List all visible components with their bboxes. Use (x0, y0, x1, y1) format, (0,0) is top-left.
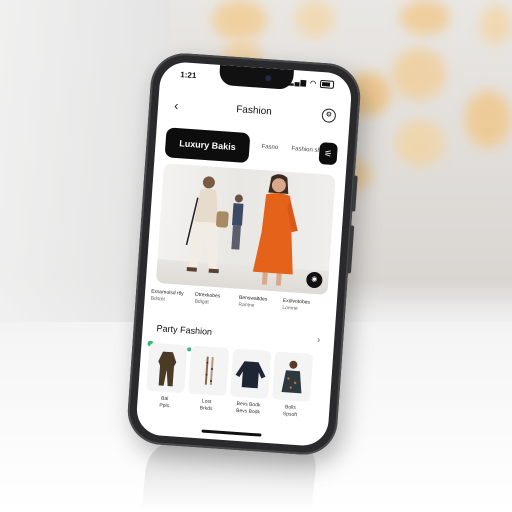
caption-item[interactable]: Exdivotobes Lomne (282, 298, 327, 315)
chip-item[interactable]: Fashion sh (291, 146, 321, 154)
app-header: ‹ Fashion ⚙ (158, 95, 351, 128)
hero-banner[interactable]: ◉ (155, 163, 336, 295)
smartphone: 1:21 ▂▄▆ ◠ ‹ Fashion ⚙ Luxury Bakis Fasn… (125, 51, 363, 457)
status-icons: ▂▄▆ ◠ (288, 78, 335, 90)
hero-captions: Exsomulsd rtly Bdstet Dtrexkobes Bdlgdt … (150, 289, 331, 324)
page-title: Fashion (235, 104, 273, 118)
bokeh-light (400, 0, 450, 35)
product-label: Bevs Bodk Bevs Bodk (235, 400, 261, 416)
section-title: Party Fashion (156, 323, 213, 337)
chip-luxury[interactable]: Luxury Bakis (164, 127, 251, 164)
caption-item[interactable]: Exsomulsd rtly Bdstet (150, 289, 195, 306)
product-card[interactable] (271, 351, 314, 402)
home-indicator[interactable] (201, 429, 262, 437)
blouse-image (281, 360, 302, 394)
category-chips: Luxury Bakis Fasno Fashion sh ⚟ (164, 127, 339, 169)
volume-button (351, 175, 358, 212)
product-row: Bal Ppls Lost Brkds Bevs Bodk Bevs Bodk … (144, 340, 333, 436)
camera-dot (265, 75, 272, 82)
product-card[interactable] (230, 348, 272, 400)
bokeh-light (395, 120, 445, 166)
phone-screen: 1:21 ▂▄▆ ◠ ‹ Fashion ⚙ Luxury Bakis Fasn… (135, 60, 353, 448)
sliders-icon[interactable]: ⚟ (318, 142, 338, 166)
model-orange-dress (252, 174, 298, 286)
chevron-right-icon[interactable]: › (317, 334, 321, 344)
product-label: Bolls Spsoft (282, 404, 298, 419)
wifi-icon: ◠ (309, 80, 318, 88)
bokeh-light (480, 5, 512, 45)
caption-item[interactable]: Benswaltdes Rantne (238, 295, 283, 312)
bokeh-light (212, 0, 267, 40)
bokeh-light (295, 0, 335, 38)
battery-icon (319, 80, 335, 90)
product-card[interactable] (188, 345, 230, 397)
product-label: Lost Brkds (199, 398, 213, 413)
dress-image (204, 356, 214, 386)
caption-item[interactable]: Dtrexkobes Bdlgdt (194, 292, 239, 309)
product-card[interactable] (146, 342, 188, 394)
power-button (346, 225, 355, 274)
notch (218, 64, 294, 90)
sweater-image (235, 361, 266, 389)
status-time: 1:21 (180, 70, 197, 81)
chip-item[interactable]: Fasno (261, 144, 278, 151)
jumpsuit-image (158, 351, 177, 387)
bokeh-light (465, 90, 511, 148)
product-label: Bal Ppls (159, 395, 170, 410)
bokeh-light (392, 48, 446, 100)
